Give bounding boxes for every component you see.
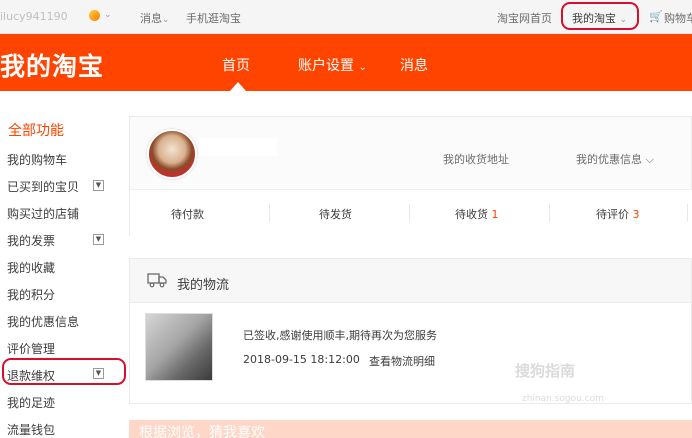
status-label: 待收货 — [455, 208, 488, 221]
avatar[interactable] — [147, 129, 197, 179]
top-bar: ilucy941190 ⌄ 消息⌄ 手机逛淘宝 淘宝网首页 我的淘宝 ⌄ 🛒 购… — [0, 0, 692, 34]
product-thumbnail[interactable] — [145, 313, 213, 381]
messages-link[interactable]: 消息⌄ — [140, 10, 170, 26]
status-pending-payment[interactable]: 待付款 — [171, 206, 204, 222]
status-pending-shipment[interactable]: 待发货 — [319, 206, 352, 222]
sidebar-item-invoice[interactable]: 我的发票 — [7, 232, 55, 249]
status-label: 待发货 — [319, 208, 352, 221]
expand-icon[interactable]: ▼ — [93, 234, 104, 245]
address-link[interactable]: 我的收货地址 — [443, 151, 509, 167]
sidebar-item-cart[interactable]: 我的购物车 — [7, 151, 67, 168]
sidebar-item-purchased[interactable]: 已买到的宝贝 — [7, 178, 79, 195]
logistics-header: 我的物流 — [130, 259, 691, 303]
coupon-link-label: 我的优惠信息 — [576, 153, 642, 166]
divider — [269, 204, 270, 222]
sidebar-item-shops[interactable]: 购买过的店铺 — [7, 205, 79, 222]
chevron-down-icon[interactable]: ⌄ — [104, 10, 112, 20]
highlight-box — [561, 2, 639, 30]
chevron-down-icon: ⌵ — [645, 153, 654, 166]
watermark-url: zhinan.sogou.com — [522, 394, 604, 404]
status-count: 3 — [632, 208, 640, 221]
nav-messages[interactable]: 消息 — [400, 55, 428, 75]
truck-icon — [147, 273, 167, 288]
sidebar-item-footprints[interactable]: 我的足迹 — [7, 394, 55, 411]
cart-icon[interactable]: 🛒 — [649, 10, 663, 23]
active-nav-indicator — [230, 82, 246, 91]
order-status-row: 待付款 待发货 待收货 1 待评价 3 — [130, 189, 692, 236]
nav-home[interactable]: 首页 — [222, 55, 250, 75]
mobile-taobao-link[interactable]: 手机逛淘宝 — [186, 10, 241, 26]
header: 我的淘宝 首页 账户设置 ⌄ 消息 — [0, 34, 692, 91]
highlight-box — [2, 358, 126, 385]
divider — [549, 204, 550, 222]
sidebar-item-coupons[interactable]: 我的优惠信息 — [7, 313, 79, 330]
status-label: 待评价 — [596, 208, 629, 221]
logistics-card: 我的物流 已签收,感谢使用顺丰,期待再次为您服务 2018-09-15 18:1… — [129, 258, 692, 404]
profile-card: 我的收货地址 我的优惠信息 ⌵ 待付款 待发货 待收货 1 待评价 3 — [129, 116, 692, 236]
coupon-link[interactable]: 我的优惠信息 ⌵ — [576, 151, 654, 167]
messages-label: 消息 — [140, 12, 162, 25]
watermark: 搜狗指南 — [515, 362, 576, 380]
page-logo[interactable]: 我的淘宝 — [0, 47, 104, 83]
recommendation-bar: 根据浏览，猜我喜欢 — [129, 420, 692, 438]
sidebar-item-reviews[interactable]: 评价管理 — [7, 340, 55, 357]
username-placeholder — [199, 138, 277, 156]
username-link[interactable]: ilucy941190 — [0, 10, 68, 23]
status-label: 待付款 — [171, 208, 204, 221]
chevron-down-icon: ⌄ — [162, 15, 170, 25]
taobao-home-link[interactable]: 淘宝网首页 — [497, 10, 552, 26]
cart-link[interactable]: 购物车 — [664, 10, 692, 26]
logistics-title: 我的物流 — [177, 278, 230, 293]
recommendation-title: 根据浏览，猜我喜欢 — [139, 425, 265, 438]
status-pending-receipt[interactable]: 待收货 1 — [455, 206, 499, 222]
logistics-timestamp: 2018-09-15 18:12:00 — [243, 353, 360, 366]
chevron-down-icon: ⌄ — [358, 62, 367, 73]
sidebar-title[interactable]: 全部功能 — [8, 120, 64, 140]
status-count: 1 — [491, 208, 499, 221]
sidebar-item-data-wallet[interactable]: 流量钱包 — [7, 421, 55, 438]
divider — [409, 204, 410, 222]
nav-account-label: 账户设置 — [298, 58, 354, 74]
sidebar-item-points[interactable]: 我的积分 — [7, 286, 55, 303]
sidebar-item-favorites[interactable]: 我的收藏 — [7, 259, 55, 276]
logistics-detail-link[interactable]: 查看物流明细 — [369, 353, 435, 369]
status-pending-review[interactable]: 待评价 3 — [596, 206, 640, 222]
expand-icon[interactable]: ▼ — [93, 180, 104, 191]
divider — [687, 204, 688, 222]
coin-icon — [89, 10, 100, 21]
nav-account-settings[interactable]: 账户设置 ⌄ — [298, 55, 367, 75]
logistics-description: 已签收,感谢使用顺丰,期待再次为您服务 — [243, 329, 437, 342]
